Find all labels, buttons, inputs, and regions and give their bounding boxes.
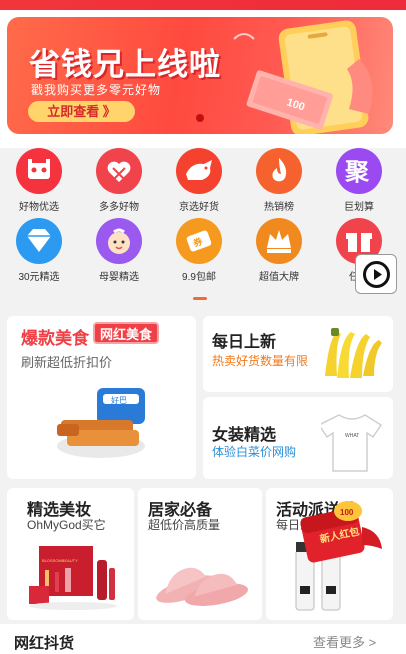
carousel-dot[interactable] xyxy=(196,114,204,122)
ju-glyph: 聚 xyxy=(344,158,370,186)
crown-icon xyxy=(256,218,302,264)
page: { "banner": { "title": "省钱兄上线啦", "subtit… xyxy=(0,0,406,654)
category-item[interactable]: 京选好货 xyxy=(168,148,230,213)
diamond-icon xyxy=(16,218,62,264)
category-item[interactable]: 聚巨划算 xyxy=(328,148,390,213)
jd-dog-icon xyxy=(176,148,222,194)
category-label: 热销榜 xyxy=(264,202,294,213)
ju-icon: 聚 xyxy=(336,148,382,194)
coin-value: 100 xyxy=(340,508,354,517)
makeup-box-label: BLOSSOMBEAUTY xyxy=(42,558,78,563)
makeup-subtitle: OhMyGod买它 xyxy=(27,518,106,532)
category-label: 京选好货 xyxy=(179,202,219,213)
snack-image: 好巴 xyxy=(57,388,145,458)
view-now-button[interactable]: 立即查看 》 xyxy=(28,101,135,122)
women-clothing-card[interactable]: 女装精选 体验白菜价网购 WHAT xyxy=(203,397,393,479)
hot-food-subtitle: 刷新超低折扣价 xyxy=(21,355,113,370)
tshirt-image: WHAT xyxy=(321,414,383,472)
hot-food-title: 爆款美食 xyxy=(21,329,89,348)
flame-icon xyxy=(256,148,302,194)
play-icon xyxy=(363,261,390,288)
tmall-cat-icon xyxy=(16,148,62,194)
category-item[interactable]: 30元精选 xyxy=(8,218,70,283)
category-label: 多多好物 xyxy=(99,202,139,213)
home-subtitle: 超低价高质量 xyxy=(148,518,221,532)
banana-image xyxy=(325,328,382,378)
makeup-gift-box-image: BLOSSOMBEAUTY xyxy=(29,546,117,610)
snack-package-label: 好巴 xyxy=(111,395,127,405)
banner-subtitle: 戳我购买更多零元好物 xyxy=(31,83,162,97)
coupon-icon: 券 xyxy=(176,218,222,264)
daily-new-subtitle: 热卖好货数量有限 xyxy=(212,354,309,368)
makeup-card[interactable]: 精选美妆 OhMyGod买它 BLOSSOMBEAUTY xyxy=(7,488,134,620)
hot-food-card[interactable]: 爆款美食 网红美食 刷新超低折扣价 好巴 xyxy=(7,316,196,479)
category-item[interactable]: 热销榜 xyxy=(248,148,310,213)
tshirt-print: WHAT xyxy=(345,433,359,439)
section-title: 网红抖货 xyxy=(14,635,75,652)
page-indicator xyxy=(193,297,207,300)
women-title: 女装精选 xyxy=(212,427,277,444)
hot-food-tag: 网红美食 xyxy=(93,322,160,344)
category-label: 30元精选 xyxy=(18,272,60,283)
pinduoduo-heart-icon xyxy=(96,148,142,194)
slippers-image xyxy=(156,567,248,606)
daily-new-title: 每日上新 xyxy=(212,334,277,351)
baby-icon xyxy=(96,218,142,264)
category-label: 9.9包邮 xyxy=(182,272,216,283)
category-item[interactable]: 好物优选 xyxy=(8,148,70,213)
new-user-red-envelope[interactable]: 新人红包 100 xyxy=(298,497,388,567)
banner-title: 省钱兄上线啦 xyxy=(29,47,221,82)
play-button[interactable] xyxy=(355,254,397,294)
category-label: 母婴精选 xyxy=(99,272,139,283)
home-card[interactable]: 居家必备 超低价高质量 xyxy=(138,488,262,620)
category-item[interactable]: 母婴精选 xyxy=(88,218,150,283)
daily-new-card[interactable]: 每日上新 热卖好货数量有限 xyxy=(203,316,393,392)
category-item[interactable]: 多多好物 xyxy=(88,148,150,213)
view-more-link[interactable]: 查看更多 > xyxy=(313,632,376,651)
women-subtitle: 体验白菜价网购 xyxy=(212,445,297,459)
category-item[interactable]: 超值大牌 xyxy=(248,218,310,283)
category-label: 巨划算 xyxy=(344,202,374,213)
top-strip xyxy=(0,0,406,10)
category-label: 好物优选 xyxy=(19,202,59,213)
phone-cash-illustration: 100 xyxy=(233,20,373,134)
category-label: 超值大牌 xyxy=(259,272,299,283)
category-item[interactable]: 券 9.9包邮 xyxy=(168,218,230,283)
